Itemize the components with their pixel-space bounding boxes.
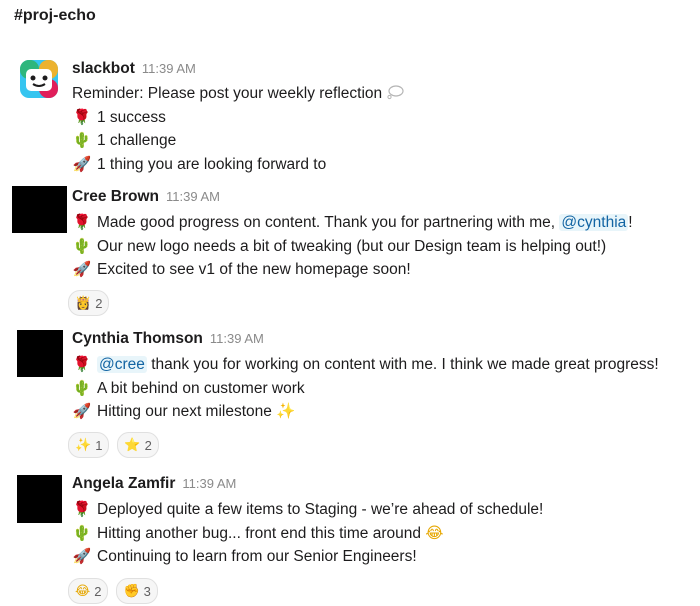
message-line: 🚀 Continuing to learn from our Senior Eng… bbox=[72, 545, 543, 569]
author-name[interactable]: slackbot bbox=[72, 60, 135, 77]
message-meta: slackbot 11:39 AM bbox=[72, 60, 196, 82]
rose-icon: 🌹 bbox=[72, 501, 92, 518]
reaction-count: 2 bbox=[144, 437, 152, 453]
message-line: 🌹 1 success bbox=[72, 106, 404, 130]
reaction-button[interactable]: 😂 2 bbox=[68, 578, 109, 604]
cactus-icon: 🌵 bbox=[72, 237, 92, 255]
line-text: A bit behind on customer work bbox=[97, 379, 305, 397]
line-text: Deployed quite a few items to Staging - … bbox=[97, 501, 544, 518]
reactions-bar: 😂 2 ✊ 3 bbox=[68, 578, 158, 604]
line-text: Hitting another bug... front end this ti… bbox=[97, 524, 421, 542]
reaction-button[interactable]: ⭐ 2 bbox=[117, 432, 159, 458]
reaction-count: 2 bbox=[94, 583, 102, 599]
timestamp[interactable]: 11:39 AM bbox=[142, 61, 196, 76]
line-text: 1 thing you are looking forward to bbox=[97, 155, 327, 173]
message-line: Reminder: Please post your weekly reflec… bbox=[72, 82, 405, 106]
reaction-count: 2 bbox=[95, 295, 103, 311]
message-body: 🌹 Made good progress on content. Thank yo… bbox=[72, 211, 633, 282]
message-meta: Cree Brown 11:39 AM bbox=[72, 188, 220, 210]
line-text: Our new logo needs a bit of tweaking (bu… bbox=[97, 237, 607, 255]
joy-icon: 😂 bbox=[425, 524, 444, 542]
reaction-count: 1 bbox=[95, 437, 103, 453]
line-text-end: ! bbox=[628, 214, 633, 231]
fist-icon: ✊ bbox=[123, 583, 140, 598]
joy-icon: 😂 bbox=[75, 583, 91, 598]
message-line: 🌹 @cree thank you for working on content … bbox=[72, 353, 659, 377]
thought-balloon-icon bbox=[386, 85, 405, 102]
user-avatar[interactable] bbox=[12, 186, 67, 233]
reactions-bar: ✨ 1 ⭐ 2 bbox=[68, 432, 159, 458]
author-name[interactable]: Angela Zamfir bbox=[72, 475, 175, 492]
author-name[interactable]: Cynthia Thomson bbox=[72, 330, 203, 347]
message-line: 🚀 Hitting our next milestone ✨ bbox=[72, 400, 659, 424]
message-meta: Cynthia Thomson 11:39 AM bbox=[72, 330, 264, 352]
cactus-icon: 🌵 bbox=[72, 132, 92, 149]
channel-title: #proj-echo bbox=[14, 7, 96, 24]
message-body: 🌹 Deployed quite a few items to Staging -… bbox=[72, 498, 544, 569]
rocket-icon: 🚀 bbox=[72, 155, 92, 173]
message-line: 🌵 Hitting another bug... front end this t… bbox=[72, 522, 543, 546]
message-line: 🌹 Made good progress on content. Thank yo… bbox=[72, 211, 633, 235]
line-text: 1 challenge bbox=[97, 132, 177, 149]
slackbot-avatar[interactable] bbox=[20, 60, 58, 98]
rocket-icon: 🚀 bbox=[72, 403, 92, 420]
timestamp[interactable]: 11:39 AM bbox=[182, 476, 236, 491]
message-line: 🌵 1 challenge bbox=[72, 129, 404, 153]
user-avatar[interactable] bbox=[17, 475, 62, 523]
message-line: 🌵 A bit behind on customer work bbox=[72, 377, 659, 401]
sparkles-icon: ✨ bbox=[75, 437, 92, 452]
timestamp[interactable]: 11:39 AM bbox=[166, 189, 220, 204]
mention-link[interactable]: @cynthia bbox=[559, 214, 629, 231]
line-text: Excited to see v1 of the new homepage so… bbox=[97, 261, 411, 278]
message-line: 🌵 Our new logo needs a bit of tweaking (b… bbox=[72, 235, 633, 259]
rose-icon: 🌹 bbox=[72, 108, 92, 126]
message-line: 🚀 1 thing you are looking forward to bbox=[72, 153, 404, 177]
message-body: Reminder: Please post your weekly reflec… bbox=[72, 82, 405, 177]
message-line: 🚀 Excited to see v1 of the new homepage s… bbox=[72, 258, 633, 282]
sparkles-icon: ✨ bbox=[276, 403, 296, 420]
rocket-icon: 🚀 bbox=[72, 261, 92, 278]
line-text: Continuing to learn from our Senior Engi… bbox=[97, 548, 417, 565]
author-name[interactable]: Cree Brown bbox=[72, 188, 159, 205]
rocket-icon: 🚀 bbox=[72, 548, 92, 565]
message-meta: Angela Zamfir 11:39 AM bbox=[72, 475, 236, 497]
user-avatar[interactable] bbox=[17, 330, 63, 377]
line-text: Reminder: Please post your weekly reflec… bbox=[72, 85, 383, 102]
rose-icon: 🌹 bbox=[72, 356, 92, 373]
crown-person-icon: 👸 bbox=[75, 295, 92, 310]
message-body: 🌹 @cree thank you for working on content … bbox=[72, 353, 659, 424]
mention-link[interactable]: @cree bbox=[97, 356, 147, 373]
timestamp[interactable]: 11:39 AM bbox=[210, 331, 264, 346]
message-line: 🌹 Deployed quite a few items to Staging -… bbox=[72, 498, 544, 522]
reaction-count: 3 bbox=[143, 583, 151, 599]
reaction-button[interactable]: 👸 2 bbox=[68, 290, 110, 316]
line-text: 1 success bbox=[97, 108, 166, 126]
cactus-icon: 🌵 bbox=[72, 379, 92, 397]
line-text: Made good progress on content. Thank you… bbox=[97, 214, 556, 231]
reactions-bar: 👸 2 bbox=[68, 290, 110, 316]
rose-icon: 🌹 bbox=[72, 214, 92, 231]
reaction-button[interactable]: ✊ 3 bbox=[116, 578, 158, 604]
line-text: thank you for working on content with me… bbox=[151, 356, 659, 373]
cactus-icon: 🌵 bbox=[72, 524, 92, 542]
star-icon: ⭐ bbox=[124, 437, 141, 452]
line-text: Hitting our next milestone bbox=[97, 403, 272, 420]
reaction-button[interactable]: ✨ 1 bbox=[68, 432, 110, 458]
